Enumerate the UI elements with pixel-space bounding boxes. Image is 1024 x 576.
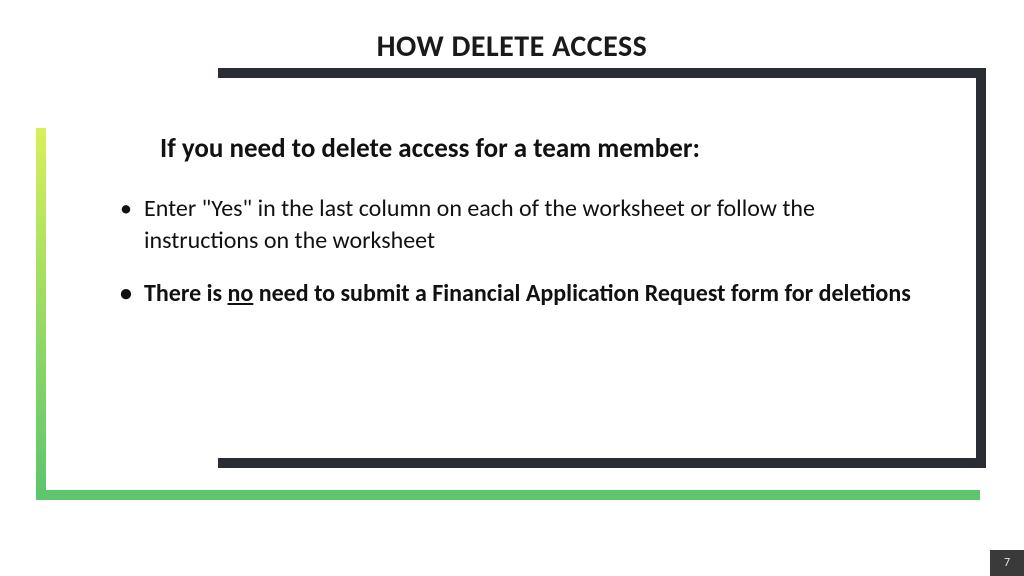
page-number: 7 (990, 550, 1024, 576)
bullet-item: Enter "Yes" in the last column on each o… (120, 193, 930, 258)
bullet-text-underline: no (228, 279, 254, 308)
content-area: If you need to delete access for a team … (120, 132, 930, 330)
bullet-text: Enter "Yes" in the last column on each o… (144, 194, 815, 255)
bullet-list: Enter "Yes" in the last column on each o… (120, 193, 930, 310)
slide-title: HOW DELETE ACCESS (0, 28, 1024, 65)
bullet-item: There is no need to submit a Financial A… (120, 278, 930, 310)
bullet-text-post: need to submit a Financial Application R… (253, 279, 910, 308)
subheading: If you need to delete access for a team … (160, 132, 930, 165)
bullet-text-pre: There is (144, 279, 228, 308)
